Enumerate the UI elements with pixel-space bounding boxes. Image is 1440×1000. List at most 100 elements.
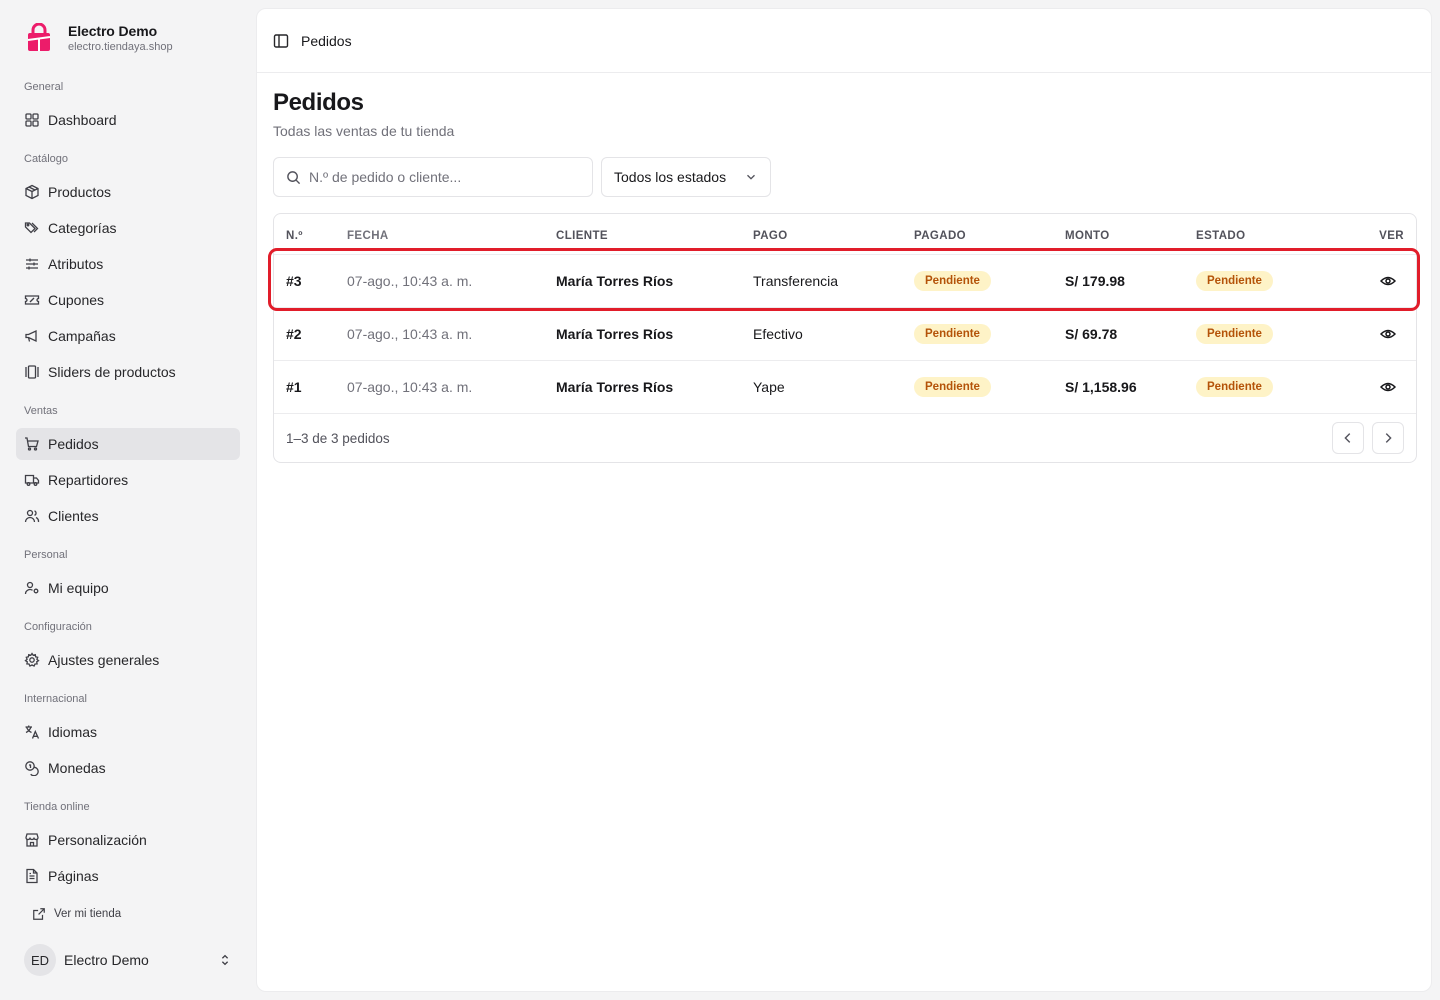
- sidebar-item-label: Pedidos: [48, 436, 99, 452]
- external-link-icon: [33, 908, 45, 920]
- paid-badge: Pendiente: [914, 376, 991, 397]
- brand-name: Electro Demo: [68, 23, 158, 39]
- sidebar-item-label: Ajustes generales: [48, 652, 160, 668]
- eye-icon[interactable]: [1380, 379, 1396, 395]
- user-name: Electro Demo: [64, 952, 149, 968]
- sidebar-item-label: Monedas: [48, 760, 106, 776]
- sidebar-item-idiomas[interactable]: Idiomas: [16, 716, 240, 748]
- nav-section-config: Configuración: [24, 621, 92, 633]
- sidebar-item-label: Clientes: [48, 508, 99, 524]
- topbar: Pedidos: [257, 9, 1431, 73]
- column-header-paid[interactable]: PAGADO: [914, 214, 1065, 254]
- order-number: #1: [274, 359, 347, 413]
- sidebar-item-label: Repartidores: [48, 472, 129, 488]
- file-icon: [26, 868, 38, 884]
- column-header-payment[interactable]: PAGO: [753, 214, 914, 254]
- order-number: #2: [274, 306, 347, 360]
- ver-mi-tienda-label: Ver mi tienda: [54, 908, 122, 920]
- chevron-left-icon: [1344, 433, 1351, 443]
- order-payment: Efectivo: [753, 306, 914, 360]
- tags-icon: [24, 222, 39, 234]
- search-box[interactable]: [273, 157, 593, 197]
- gear-icon: [24, 652, 40, 667]
- sidebar-item-label: Sliders de productos: [48, 364, 176, 380]
- avatar: ED: [24, 944, 56, 976]
- sidebar-item-label: Campañas: [48, 328, 116, 344]
- sidebar-item-label: Idiomas: [48, 724, 98, 740]
- status-filter-select[interactable]: Todos los estados: [601, 157, 771, 197]
- sidebar-item-mi-equipo[interactable]: Mi equipo: [16, 572, 240, 604]
- sidebar-item-repartidores[interactable]: Repartidores: [16, 464, 240, 496]
- gallery-icon: [25, 365, 39, 379]
- brand[interactable]: Electro Demo electro.tiendaya.shop: [24, 22, 173, 54]
- column-header-date[interactable]: FECHA: [347, 214, 556, 254]
- eye-icon[interactable]: [1380, 273, 1396, 289]
- sidebar-item-campanas[interactable]: Campañas: [16, 320, 240, 352]
- sidebar-item-label: Cupones: [48, 292, 105, 308]
- sidebar-toggle-icon[interactable]: [273, 33, 289, 49]
- user-key-icon: [24, 581, 39, 595]
- chevron-right-icon: [1385, 433, 1392, 443]
- nav-section-catalogo: Catálogo: [24, 153, 69, 165]
- column-header-client[interactable]: CLIENTE: [556, 214, 753, 254]
- sidebar: Electro Demo electro.tiendaya.shop Gener…: [0, 0, 256, 1000]
- next-page-button[interactable]: [1372, 422, 1404, 454]
- nav-section-personal: Personal: [24, 549, 68, 561]
- ver-mi-tienda-link[interactable]: Ver mi tienda: [16, 901, 240, 927]
- search-input[interactable]: [309, 169, 579, 185]
- prev-page-button[interactable]: [1332, 422, 1364, 454]
- sidebar-item-personalizacion[interactable]: Personalización: [16, 824, 240, 856]
- order-payment: Yape: [753, 359, 914, 413]
- column-header-view: VER: [1379, 229, 1404, 242]
- user-menu[interactable]: ED Electro Demo: [16, 940, 240, 980]
- status-badge: Pendiente: [1196, 323, 1273, 344]
- package-icon: [25, 184, 39, 200]
- page-subtitle: Todas las ventas de tu tienda: [273, 123, 455, 139]
- truck-icon: [24, 474, 40, 486]
- users-icon: [24, 509, 40, 523]
- sidebar-item-monedas[interactable]: Monedas: [16, 752, 240, 784]
- order-date: 07-ago., 10:43 a. m.: [347, 306, 556, 360]
- table-row[interactable]: #1 07-ago., 10:43 a. m. María Torres Río…: [274, 359, 1416, 413]
- order-client: María Torres Ríos: [556, 306, 753, 360]
- megaphone-icon: [25, 329, 37, 343]
- brand-url: electro.tiendaya.shop: [68, 41, 173, 53]
- column-header-num[interactable]: N.º: [274, 214, 347, 254]
- order-amount: S/ 69.78: [1065, 306, 1196, 360]
- sidebar-item-pedidos[interactable]: Pedidos: [16, 428, 240, 460]
- sidebar-item-atributos[interactable]: Atributos: [16, 248, 240, 280]
- column-header-amount[interactable]: MONTO: [1065, 214, 1196, 254]
- sidebar-item-label: Categorías: [48, 220, 117, 236]
- sidebar-item-cupones[interactable]: Cupones: [16, 284, 240, 316]
- table-header-row: N.º FECHA CLIENTE PAGO PAGADO MONTO ESTA…: [274, 214, 1416, 254]
- table-row[interactable]: #3 07-ago., 10:43 a. m. María Torres Río…: [274, 253, 1416, 307]
- sidebar-item-paginas[interactable]: Páginas: [16, 860, 240, 892]
- sidebar-item-productos[interactable]: Productos: [16, 176, 240, 208]
- paid-badge: Pendiente: [914, 270, 991, 291]
- column-header-status[interactable]: ESTADO: [1196, 214, 1366, 254]
- sidebar-item-ajustes[interactable]: Ajustes generales: [16, 644, 240, 676]
- store-icon: [25, 833, 39, 847]
- breadcrumb: Pedidos: [301, 32, 352, 49]
- search-icon: [287, 170, 301, 184]
- orders-table: N.º FECHA CLIENTE PAGO PAGADO MONTO ESTA…: [273, 213, 1417, 463]
- eye-icon[interactable]: [1380, 326, 1396, 342]
- status-badge: Pendiente: [1196, 270, 1273, 291]
- sidebar-item-label: Páginas: [48, 868, 99, 884]
- order-client: María Torres Ríos: [556, 253, 753, 307]
- status-filter-value: Todos los estados: [614, 169, 727, 185]
- order-amount: S/ 179.98: [1065, 253, 1196, 307]
- dashboard-icon: [25, 113, 39, 127]
- sidebar-item-categorias[interactable]: Categorías: [16, 212, 240, 244]
- sidebar-item-sliders[interactable]: Sliders de productos: [16, 356, 240, 388]
- pagination: [1332, 422, 1404, 454]
- sidebar-item-clientes[interactable]: Clientes: [16, 500, 240, 532]
- chevron-down-icon: [747, 174, 755, 180]
- table-row[interactable]: #2 07-ago., 10:43 a. m. María Torres Río…: [274, 306, 1416, 360]
- sidebar-item-dashboard[interactable]: Dashboard: [16, 104, 240, 136]
- coins-icon: [25, 761, 39, 776]
- sidebar-item-label: Personalización: [48, 832, 147, 848]
- store-bag-logo-icon: [24, 22, 54, 53]
- order-number: #3: [274, 253, 347, 307]
- nav-section-ventas: Ventas: [24, 405, 58, 417]
